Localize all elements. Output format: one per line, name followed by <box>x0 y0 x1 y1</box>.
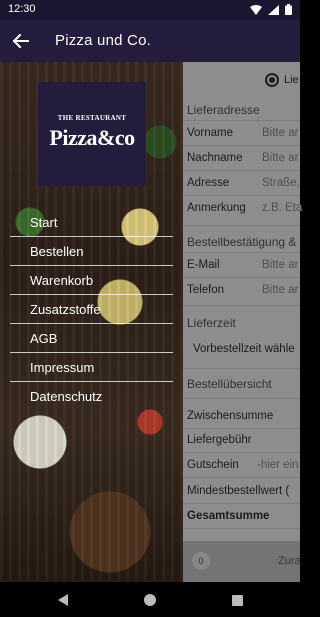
nav-recents-button[interactable] <box>228 591 246 609</box>
page-title: Pizza und Co. <box>55 32 151 49</box>
system-nav-bar <box>0 582 300 617</box>
menu-item-label: Zusatzstoffe <box>30 302 101 317</box>
restaurant-logo: THE RESTAURANT Pizza&co <box>38 82 146 186</box>
menu-item-warenkorb[interactable]: Warenkorb <box>0 266 183 295</box>
circle-home-icon <box>144 594 156 606</box>
nav-home-button[interactable] <box>141 591 159 609</box>
navigation-drawer: THE RESTAURANT Pizza&co Start Bestellen … <box>0 62 183 582</box>
menu-item-zusatzstoffe[interactable]: Zusatzstoffe <box>0 295 183 324</box>
menu-item-label: Datenschutz <box>30 389 103 404</box>
signal-icon <box>268 4 279 15</box>
menu-item-start[interactable]: Start <box>0 208 183 237</box>
logo-name: Pizza&co <box>49 125 135 150</box>
menu-item-label: Start <box>30 215 58 230</box>
triangle-back-icon <box>58 594 68 606</box>
menu-item-bestellen[interactable]: Bestellen <box>0 237 183 266</box>
logo-tagline: THE RESTAURANT <box>57 114 127 122</box>
arrow-left-icon <box>13 34 29 48</box>
menu-item-impressum[interactable]: Impressum <box>0 353 183 382</box>
menu-item-datenschutz[interactable]: Datenschutz <box>0 382 183 411</box>
back-button[interactable] <box>10 30 32 52</box>
status-time: 12:30 <box>8 3 36 15</box>
nav-back-button[interactable] <box>54 591 72 609</box>
square-recents-icon <box>231 594 243 606</box>
menu-item-label: Warenkorb <box>30 273 94 288</box>
menu-item-label: Impressum <box>30 360 95 375</box>
drawer-menu: Start Bestellen Warenkorb Zusatzstoffe A… <box>0 208 183 411</box>
wifi-icon <box>250 4 262 15</box>
status-bar: 12:30 <box>0 0 300 20</box>
battery-icon <box>285 4 292 15</box>
menu-item-label: AGB <box>30 331 58 346</box>
status-icons <box>250 4 292 15</box>
menu-item-label: Bestellen <box>30 244 84 259</box>
app-bar: Pizza und Co. <box>0 20 300 62</box>
menu-item-agb[interactable]: AGB <box>0 324 183 353</box>
